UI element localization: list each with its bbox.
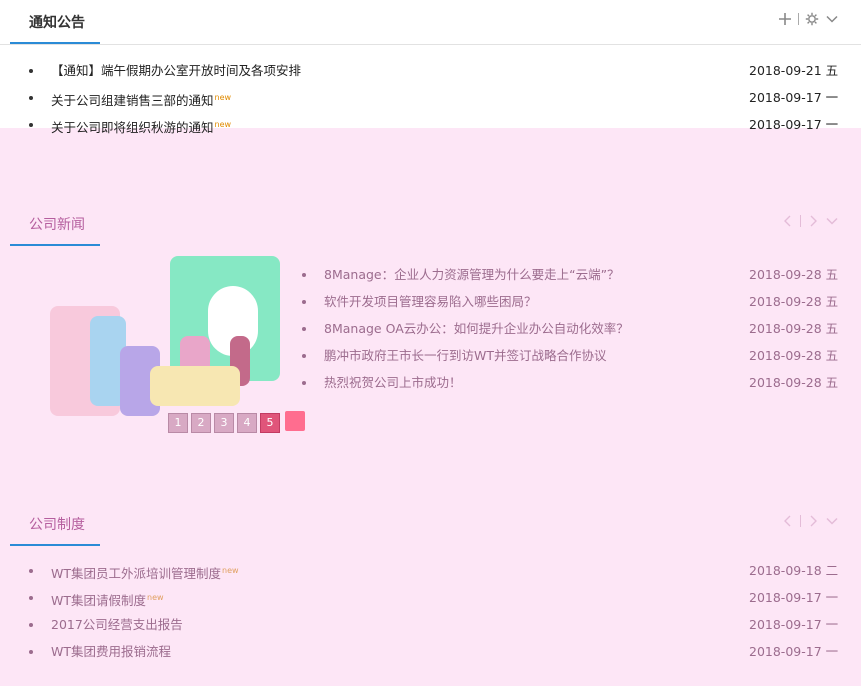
bullet xyxy=(302,327,306,331)
rule-date: 2018-09-17 一 xyxy=(749,644,839,659)
chevron-left-icon[interactable] xyxy=(782,514,794,528)
bullet xyxy=(302,381,306,385)
page-button-active[interactable]: 5 xyxy=(260,413,280,433)
list-item[interactable]: 关于公司即将组织秋游的通知new 2018-09-17 一 xyxy=(0,111,861,138)
rule-date: 2018-09-17 一 xyxy=(749,617,839,632)
news-title: 公司新闻 xyxy=(29,217,85,233)
bullet xyxy=(302,354,306,358)
chevron-right-icon[interactable] xyxy=(807,214,819,228)
news-link[interactable]: 软件开发项目管理容易陷入哪些困局？ xyxy=(324,288,537,315)
bullet xyxy=(29,623,33,627)
rules-list: WT集团员工外派培训管理制度new 2018-09-18 二 WT集团请假制度ne… xyxy=(0,557,861,665)
list-item[interactable]: 鹏冲市政府王市长一行到访WT并签订战略合作协议 2018-09-28 五 xyxy=(0,342,861,369)
notice-date: 2018-09-17 一 xyxy=(749,90,839,105)
list-item[interactable]: 关于公司组建销售三部的通知new 2018-09-17 一 xyxy=(0,84,861,111)
new-badge: new xyxy=(222,566,239,575)
bullet xyxy=(302,273,306,277)
bullet xyxy=(29,596,33,600)
new-badge: new xyxy=(147,593,164,602)
chevron-right-icon[interactable] xyxy=(807,514,819,528)
bullet xyxy=(302,300,306,304)
rule-date: 2018-09-18 二 xyxy=(749,563,839,578)
news-link[interactable]: 鹏冲市政府王市长一行到访WT并签订战略合作协议 xyxy=(324,342,607,369)
list-item[interactable]: 2017公司经营支出报告 2018-09-17 一 xyxy=(0,611,861,638)
news-tools xyxy=(782,214,839,228)
page-button[interactable]: 2 xyxy=(191,413,211,433)
notices-title-underline xyxy=(10,42,100,44)
rule-link[interactable]: WT集团员工外派培训管理制度new xyxy=(51,557,239,587)
tool-separator xyxy=(798,13,799,25)
rules-header: 公司制度 xyxy=(0,502,861,546)
notice-date: 2018-09-21 五 xyxy=(749,63,839,78)
news-title-underline xyxy=(10,244,100,246)
notices-list: 【通知】端午假期办公室开放时间及各项安排 2018-09-21 五 关于公司组建销… xyxy=(0,57,861,138)
notice-date: 2018-09-17 一 xyxy=(749,117,839,132)
bullet xyxy=(29,96,33,100)
chevron-down-icon[interactable] xyxy=(825,12,839,26)
page-button[interactable]: 3 xyxy=(214,413,234,433)
news-date: 2018-09-28 五 xyxy=(749,267,839,282)
carousel-pager: 1 2 3 4 5 xyxy=(168,413,280,433)
list-item[interactable]: WT集团请假制度new 2018-09-17 一 xyxy=(0,584,861,611)
news-date: 2018-09-28 五 xyxy=(749,375,839,390)
notices-tools xyxy=(778,12,839,26)
rule-link[interactable]: 2017公司经营支出报告 xyxy=(51,611,183,638)
new-badge: new xyxy=(214,93,232,102)
news-date: 2018-09-28 五 xyxy=(749,348,839,363)
chevron-left-icon[interactable] xyxy=(782,214,794,228)
list-item[interactable]: 软件开发项目管理容易陷入哪些困局？ 2018-09-28 五 xyxy=(0,288,861,315)
list-item[interactable]: 8Manage：企业人力资源管理为什么要走上“云端”？ 2018-09-28 五 xyxy=(0,261,861,288)
tool-separator xyxy=(800,515,801,527)
news-date: 2018-09-28 五 xyxy=(749,321,839,336)
notices-panel: 通知公告 【通知】端午假期办公室开放时间及各项安排 2018-09-21 五 关于… xyxy=(0,0,861,135)
plus-icon[interactable] xyxy=(778,12,792,26)
notices-header: 通知公告 xyxy=(0,0,861,45)
notice-link[interactable]: 关于公司组建销售三部的通知new xyxy=(51,84,231,114)
news-link[interactable]: 8Manage：企业人力资源管理为什么要走上“云端”？ xyxy=(324,261,620,288)
new-badge: new xyxy=(214,120,232,129)
rules-tools xyxy=(782,514,839,528)
list-item[interactable]: WT集团员工外派培训管理制度new 2018-09-18 二 xyxy=(0,557,861,584)
notices-title: 通知公告 xyxy=(29,15,85,31)
rule-date: 2018-09-17 一 xyxy=(749,590,839,605)
bullet xyxy=(29,569,33,573)
list-item[interactable]: 8Manage OA云办公：如何提升企业办公自动化效率？ 2018-09-28 五 xyxy=(0,315,861,342)
bullet xyxy=(29,650,33,654)
notice-link[interactable]: 关于公司即将组织秋游的通知new xyxy=(51,111,231,141)
news-link[interactable]: 8Manage OA云办公：如何提升企业办公自动化效率？ xyxy=(324,315,629,342)
chevron-down-icon[interactable] xyxy=(825,514,839,528)
page-button[interactable]: 1 xyxy=(168,413,188,433)
gear-icon[interactable] xyxy=(805,12,819,26)
list-item[interactable]: 热烈祝贺公司上市成功！ 2018-09-28 五 xyxy=(0,369,861,396)
news-header: 公司新闻 xyxy=(0,202,861,246)
rules-title: 公司制度 xyxy=(29,517,85,533)
chevron-down-icon[interactable] xyxy=(825,214,839,228)
rules-title-underline xyxy=(10,544,100,546)
bullet xyxy=(29,123,33,127)
list-item[interactable]: 【通知】端午假期办公室开放时间及各项安排 2018-09-21 五 xyxy=(0,57,861,84)
bullet xyxy=(29,69,33,73)
notice-link[interactable]: 【通知】端午假期办公室开放时间及各项安排 xyxy=(51,57,301,84)
list-item[interactable]: WT集团费用报销流程 2018-09-17 一 xyxy=(0,638,861,665)
rule-link[interactable]: WT集团费用报销流程 xyxy=(51,638,171,665)
page-button[interactable]: 4 xyxy=(237,413,257,433)
tool-separator xyxy=(800,215,801,227)
news-link[interactable]: 热烈祝贺公司上市成功！ xyxy=(324,369,462,396)
news-date: 2018-09-28 五 xyxy=(749,294,839,309)
news-list: 8Manage：企业人力资源管理为什么要走上“云端”？ 2018-09-28 五 … xyxy=(0,261,861,396)
rule-link[interactable]: WT集团请假制度new xyxy=(51,584,164,614)
